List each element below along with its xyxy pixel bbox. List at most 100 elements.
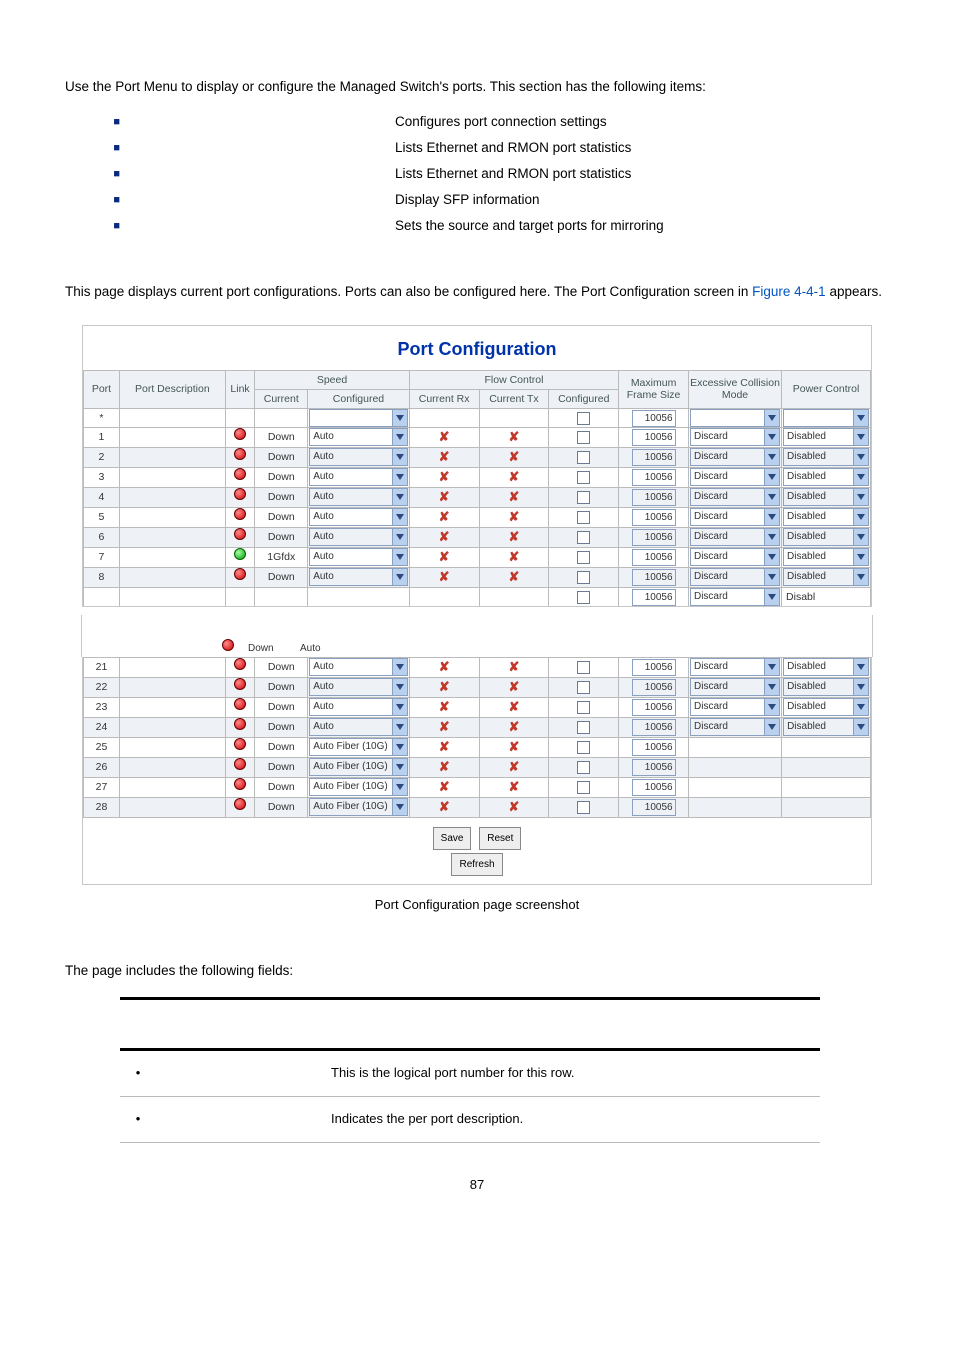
button-row: Save Reset Refresh [83, 818, 871, 884]
col-flow-rx: Current Rx [409, 389, 479, 408]
col-speed-cfg: Configured [308, 389, 410, 408]
frame-size-input[interactable]: 10056 [632, 779, 676, 796]
dropdown[interactable]: Discard [690, 428, 780, 446]
dropdown[interactable] [783, 409, 869, 427]
dropdown[interactable]: Discard [690, 488, 780, 506]
dropdown[interactable]: Disabled [783, 428, 869, 446]
frame-size-input[interactable]: 10056 [632, 429, 676, 446]
dropdown[interactable]: Disabled [783, 678, 869, 696]
x-icon: ✘ [509, 679, 520, 694]
dropdown[interactable]: Disabled [783, 448, 869, 466]
checkbox[interactable] [577, 741, 590, 754]
dropdown[interactable]: Discard [690, 528, 780, 546]
frame-size-input[interactable]: 10056 [632, 799, 676, 816]
chevron-down-icon [853, 429, 868, 445]
checkbox[interactable] [577, 551, 590, 564]
dropdown[interactable]: Disabled [783, 568, 869, 586]
frame-size-input[interactable]: 10056 [632, 699, 676, 716]
dropdown[interactable]: Discard [690, 548, 780, 566]
dropdown[interactable]: Auto Fiber (10G) [309, 738, 408, 756]
dropdown[interactable]: Auto [309, 448, 408, 466]
checkbox[interactable] [577, 721, 590, 734]
dropdown[interactable]: Discard [690, 718, 780, 736]
frame-size-input[interactable]: 10056 [632, 719, 676, 736]
link-led-icon [234, 428, 246, 440]
dropdown[interactable]: Auto [309, 428, 408, 446]
figure-link[interactable]: Figure 4-4-1 [752, 284, 826, 299]
dropdown[interactable]: Auto [309, 698, 408, 716]
dropdown[interactable]: Auto [309, 528, 408, 546]
frame-size-input[interactable]: 10056 [632, 469, 676, 486]
frame-size-input[interactable]: 10056 [632, 489, 676, 506]
dropdown[interactable]: Discard [690, 508, 780, 526]
link-led-icon [234, 718, 246, 730]
frame-size-input[interactable]: 10056 [632, 509, 676, 526]
dropdown[interactable]: Discard [690, 568, 780, 586]
checkbox[interactable] [577, 431, 590, 444]
dropdown[interactable]: Disabled [783, 528, 869, 546]
dropdown[interactable]: Auto [309, 568, 408, 586]
dropdown[interactable]: Auto [309, 488, 408, 506]
frame-size-input[interactable]: 10056 [632, 529, 676, 546]
checkbox[interactable] [577, 801, 590, 814]
frame-size-input[interactable]: 10056 [632, 679, 676, 696]
frame-size-input[interactable]: 10056 [632, 569, 676, 586]
dropdown[interactable]: Auto [309, 468, 408, 486]
dropdown[interactable]: Discard [690, 678, 780, 696]
dropdown[interactable]: Auto Fiber (10G) [309, 758, 408, 776]
fields-table: •This is the logical port number for thi… [120, 997, 820, 1142]
checkbox[interactable] [577, 491, 590, 504]
frame-size-input[interactable]: 10056 [632, 549, 676, 566]
save-button[interactable]: Save [433, 827, 472, 850]
dropdown[interactable]: Disabled [783, 468, 869, 486]
reset-button[interactable]: Reset [479, 827, 521, 850]
frame-size-input[interactable]: 10056 [632, 410, 676, 427]
dropdown[interactable]: Auto [309, 718, 408, 736]
dropdown[interactable] [690, 409, 780, 427]
checkbox[interactable] [577, 681, 590, 694]
frame-size-input[interactable]: 10056 [632, 449, 676, 466]
dropdown[interactable]: Auto Fiber (10G) [309, 798, 408, 816]
dropdown[interactable]: Auto [309, 658, 408, 676]
dropdown[interactable]: Auto [309, 678, 408, 696]
dropdown[interactable]: Auto Fiber (10G) [309, 778, 408, 796]
dropdown[interactable]: Discard [690, 588, 780, 606]
x-icon: ✘ [509, 699, 520, 714]
dropdown[interactable]: Disabled [783, 488, 869, 506]
dropdown[interactable]: Discard [690, 468, 780, 486]
checkbox[interactable] [577, 412, 590, 425]
chevron-down-icon [853, 719, 868, 735]
checkbox[interactable] [577, 661, 590, 674]
x-icon: ✘ [509, 719, 520, 734]
checkbox[interactable] [577, 761, 590, 774]
dropdown[interactable]: Disabled [783, 548, 869, 566]
dropdown[interactable] [309, 409, 408, 427]
chevron-down-icon [764, 679, 779, 695]
dropdown[interactable]: Discard [690, 658, 780, 676]
checkbox[interactable] [577, 781, 590, 794]
frame-size-input[interactable]: 10056 [632, 739, 676, 756]
dropdown[interactable]: Disabled [783, 658, 869, 676]
checkbox[interactable] [577, 451, 590, 464]
chevron-down-icon [392, 489, 407, 505]
checkbox[interactable] [577, 471, 590, 484]
checkbox[interactable] [577, 511, 590, 524]
dropdown[interactable]: Disabled [783, 718, 869, 736]
dropdown[interactable]: Discard [690, 448, 780, 466]
dropdown[interactable]: Auto [309, 548, 408, 566]
checkbox[interactable] [577, 531, 590, 544]
x-icon: ✘ [439, 509, 450, 524]
table-row: 27DownAuto Fiber (10G)✘✘10056 [84, 777, 871, 797]
dropdown[interactable]: Disabled [783, 508, 869, 526]
dropdown[interactable]: Auto [309, 508, 408, 526]
frame-size-input[interactable]: 10056 [632, 589, 676, 606]
checkbox[interactable] [577, 571, 590, 584]
dropdown[interactable]: Disabled [783, 698, 869, 716]
dropdown[interactable]: Discard [690, 698, 780, 716]
table-row: 25DownAuto Fiber (10G)✘✘10056 [84, 737, 871, 757]
frame-size-input[interactable]: 10056 [632, 659, 676, 676]
refresh-button[interactable]: Refresh [451, 853, 502, 876]
checkbox[interactable] [577, 701, 590, 714]
frame-size-input[interactable]: 10056 [632, 759, 676, 776]
checkbox[interactable] [577, 591, 590, 604]
